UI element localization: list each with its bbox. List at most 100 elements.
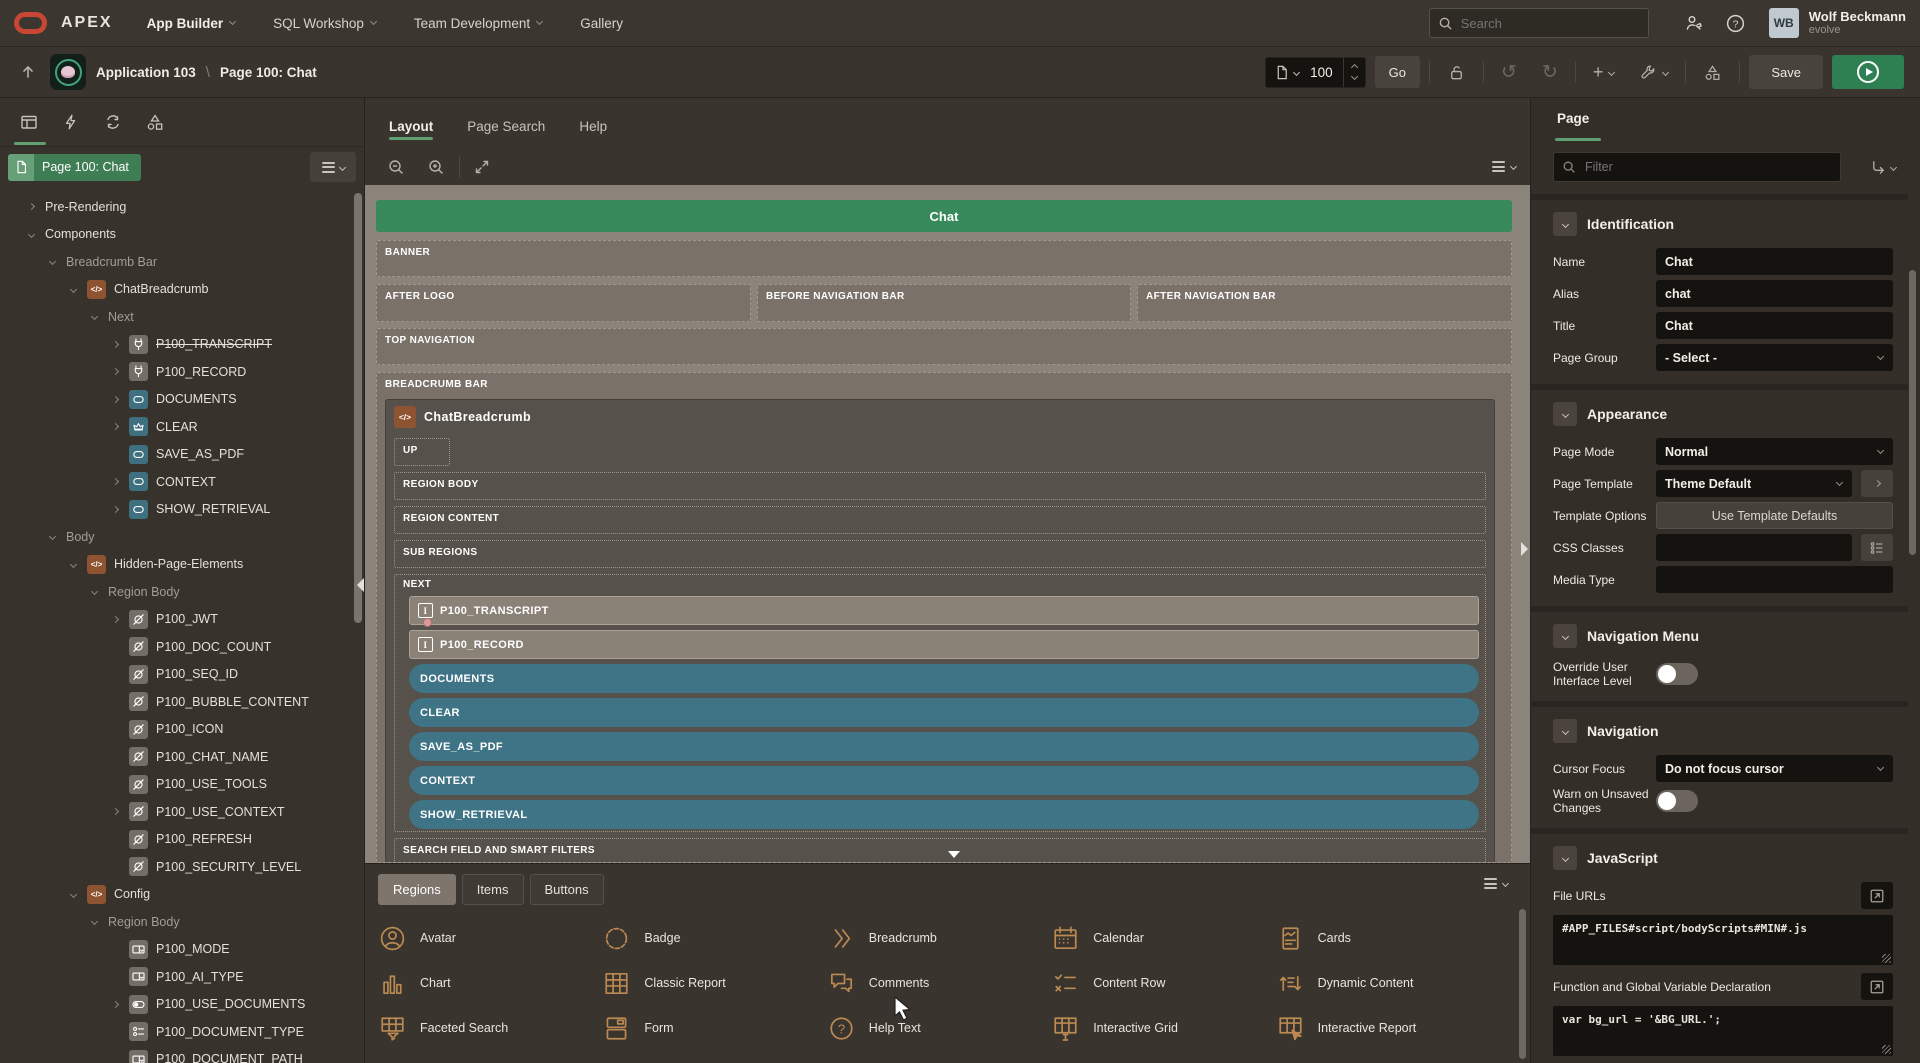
tab-processing[interactable] [92,101,134,143]
input-name[interactable]: Chat [1656,248,1893,275]
run-page-button[interactable] [1832,55,1904,89]
canvas-item-p100-record[interactable]: IP100_RECORD [409,630,1479,659]
button-template-options[interactable]: Use Template Defaults [1656,502,1893,529]
gallery-tab-buttons[interactable]: Buttons [530,874,604,905]
input-css-classes[interactable] [1656,534,1852,561]
page-stepper[interactable] [1343,58,1365,87]
gallery-item-calendar[interactable]: Calendar [1051,919,1275,957]
gallery-item-interactive-report[interactable]: Interactive Report [1276,1009,1500,1047]
utilities-menu-button[interactable] [1631,55,1676,89]
region-slot-region-body[interactable]: REGION BODY [394,472,1486,500]
tree-item-next[interactable]: Next [0,303,352,331]
expand-button[interactable] [466,150,498,184]
breadcrumb-page[interactable]: Page 100: Chat [220,65,317,80]
collapse-section-button[interactable] [1553,846,1577,870]
gallery-item-help-text[interactable]: ?Help Text [827,1009,1051,1047]
tree-item-p100-use-documents[interactable]: P100_USE_DOCUMENTS [0,991,352,1019]
menu-app-builder[interactable]: App Builder [147,16,236,31]
tab-page-properties[interactable]: Page [1557,111,1589,126]
tree-scrollbar[interactable] [354,193,362,623]
tab-page-search[interactable]: Page Search [467,119,545,148]
go-to-page-template-button[interactable] [1861,470,1893,497]
application-icon[interactable] [50,54,86,90]
up-to-app-button[interactable] [12,55,44,89]
tab-page-shared-components[interactable] [134,101,176,143]
open-code-editor-button[interactable] [1861,973,1893,1000]
tree-item-p100-document-path[interactable]: P100_DOCUMENT_PATH [0,1046,352,1063]
tab-help[interactable]: Help [579,119,607,148]
gallery-tab-regions[interactable]: Regions [378,874,456,905]
tree-item-save-as-pdf[interactable]: SAVE_AS_PDF [0,441,352,469]
tree-item-config[interactable]: </>Config [0,881,352,909]
zoom-in-button[interactable] [419,150,453,184]
tree-item-p100-mode[interactable]: P100_MODE [0,936,352,964]
tree-item-hidden-page-elements[interactable]: </>Hidden-Page-Elements [0,551,352,579]
tree-item-p100-jwt[interactable]: P100_JWT [0,606,352,634]
gallery-item-classic-report[interactable]: Classic Report [602,964,826,1002]
input-media-type[interactable] [1656,566,1893,593]
collapse-left-panel-handle[interactable] [357,578,364,592]
tree-item-chatbreadcrumb[interactable]: </>ChatBreadcrumb [0,276,352,304]
gallery-item-comments[interactable]: Comments [827,964,1051,1002]
page-selector[interactable]: 100 [1265,57,1366,88]
gallery-item-faceted-search[interactable]: Faceted Search [378,1009,602,1047]
collapse-right-panel-handle[interactable] [1521,542,1528,556]
select-page-group[interactable]: - Select - [1656,344,1893,371]
gallery-item-badge[interactable]: Badge [602,919,826,957]
input-title[interactable]: Chat [1656,312,1893,339]
toggle-override-user-interface-level[interactable] [1656,663,1698,685]
menu-team-development[interactable]: Team Development [414,16,542,31]
admin-icon[interactable] [1677,6,1711,40]
select-page-mode[interactable]: Normal [1656,438,1893,465]
tab-rendering[interactable] [8,101,50,143]
tree-item-body[interactable]: Body [0,523,352,551]
region-chatbreadcrumb[interactable]: </> ChatBreadcrumb UP REGION BODY REGION… [385,399,1495,863]
gallery-menu-button[interactable] [1484,878,1508,889]
tree-item-p100-record[interactable]: P100_RECORD [0,358,352,386]
region-slot-search-field[interactable]: SEARCH FIELD AND SMART FILTERS [394,838,1486,863]
canvas-button-show-retrieval[interactable]: SHOW_RETRIEVAL [409,800,1479,829]
create-menu-button[interactable]: + [1585,55,1623,89]
region-slot-region-content[interactable]: REGION CONTENT [394,506,1486,534]
property-filter[interactable] [1553,152,1841,182]
gallery-item-form[interactable]: Form [602,1009,826,1047]
region-slot-up[interactable]: UP [394,438,450,466]
gallery-item-avatar[interactable]: Avatar [378,919,602,957]
gallery-tab-items[interactable]: Items [462,874,524,905]
menu-sql-workshop[interactable]: SQL Workshop [273,16,376,31]
properties-scrollbar[interactable] [1909,270,1916,555]
select-cursor-focus[interactable]: Do not focus cursor [1656,755,1893,782]
gallery-item-interactive-grid[interactable]: Interactive Grid [1051,1009,1275,1047]
gallery-item-cards[interactable]: Cards [1276,919,1500,957]
global-search[interactable] [1429,8,1649,38]
tree-item-p100-document-type[interactable]: P100_DOCUMENT_TYPE [0,1018,352,1046]
tree-item-p100-icon[interactable]: P100_ICON [0,716,352,744]
css-classes-list-button[interactable] [1861,534,1893,561]
help-icon[interactable]: ? [1719,6,1753,40]
tree-item-p100-bubble-content[interactable]: P100_BUBBLE_CONTENT [0,688,352,716]
open-code-editor-button[interactable] [1861,882,1893,909]
tree-item-p100-refresh[interactable]: P100_REFRESH [0,826,352,854]
slot-breadcrumb-bar[interactable]: BREADCRUMB BAR </> ChatBreadcrumb UP REG… [376,372,1512,863]
tree-item-region-body[interactable]: Region Body [0,578,352,606]
gallery-item-chart[interactable]: Chart [378,964,602,1002]
zoom-out-button[interactable] [379,150,413,184]
tree-item-pre-rendering[interactable]: Pre-Rendering [0,193,352,221]
collapse-section-button[interactable] [1553,212,1577,236]
slot-before-navigation-bar[interactable]: BEFORE NAVIGATION BAR [757,284,1131,322]
go-button[interactable]: Go [1375,56,1420,88]
region-slot-next[interactable]: NEXT IP100_TRANSCRIPTIP100_RECORDDOCUMEN… [394,574,1486,832]
user-avatar[interactable]: WB [1769,8,1799,38]
shared-components-button[interactable] [1695,55,1730,89]
filter-input[interactable] [1583,159,1813,175]
tab-dynamic-actions[interactable] [50,101,92,143]
gallery-scrollbar[interactable] [1519,909,1526,1059]
tree-item-context[interactable]: CONTEXT [0,468,352,496]
tree-item-p100-use-context[interactable]: P100_USE_CONTEXT [0,798,352,826]
save-button[interactable]: Save [1749,55,1823,89]
go-to-group-button[interactable] [1861,154,1905,181]
region-slot-sub-regions[interactable]: SUB REGIONS [394,540,1486,568]
tree-item-breadcrumb-bar[interactable]: Breadcrumb Bar [0,248,352,276]
tree-item-p100-doc-count[interactable]: P100_DOC_COUNT [0,633,352,661]
canvas-button-documents[interactable]: DOCUMENTS [409,664,1479,693]
